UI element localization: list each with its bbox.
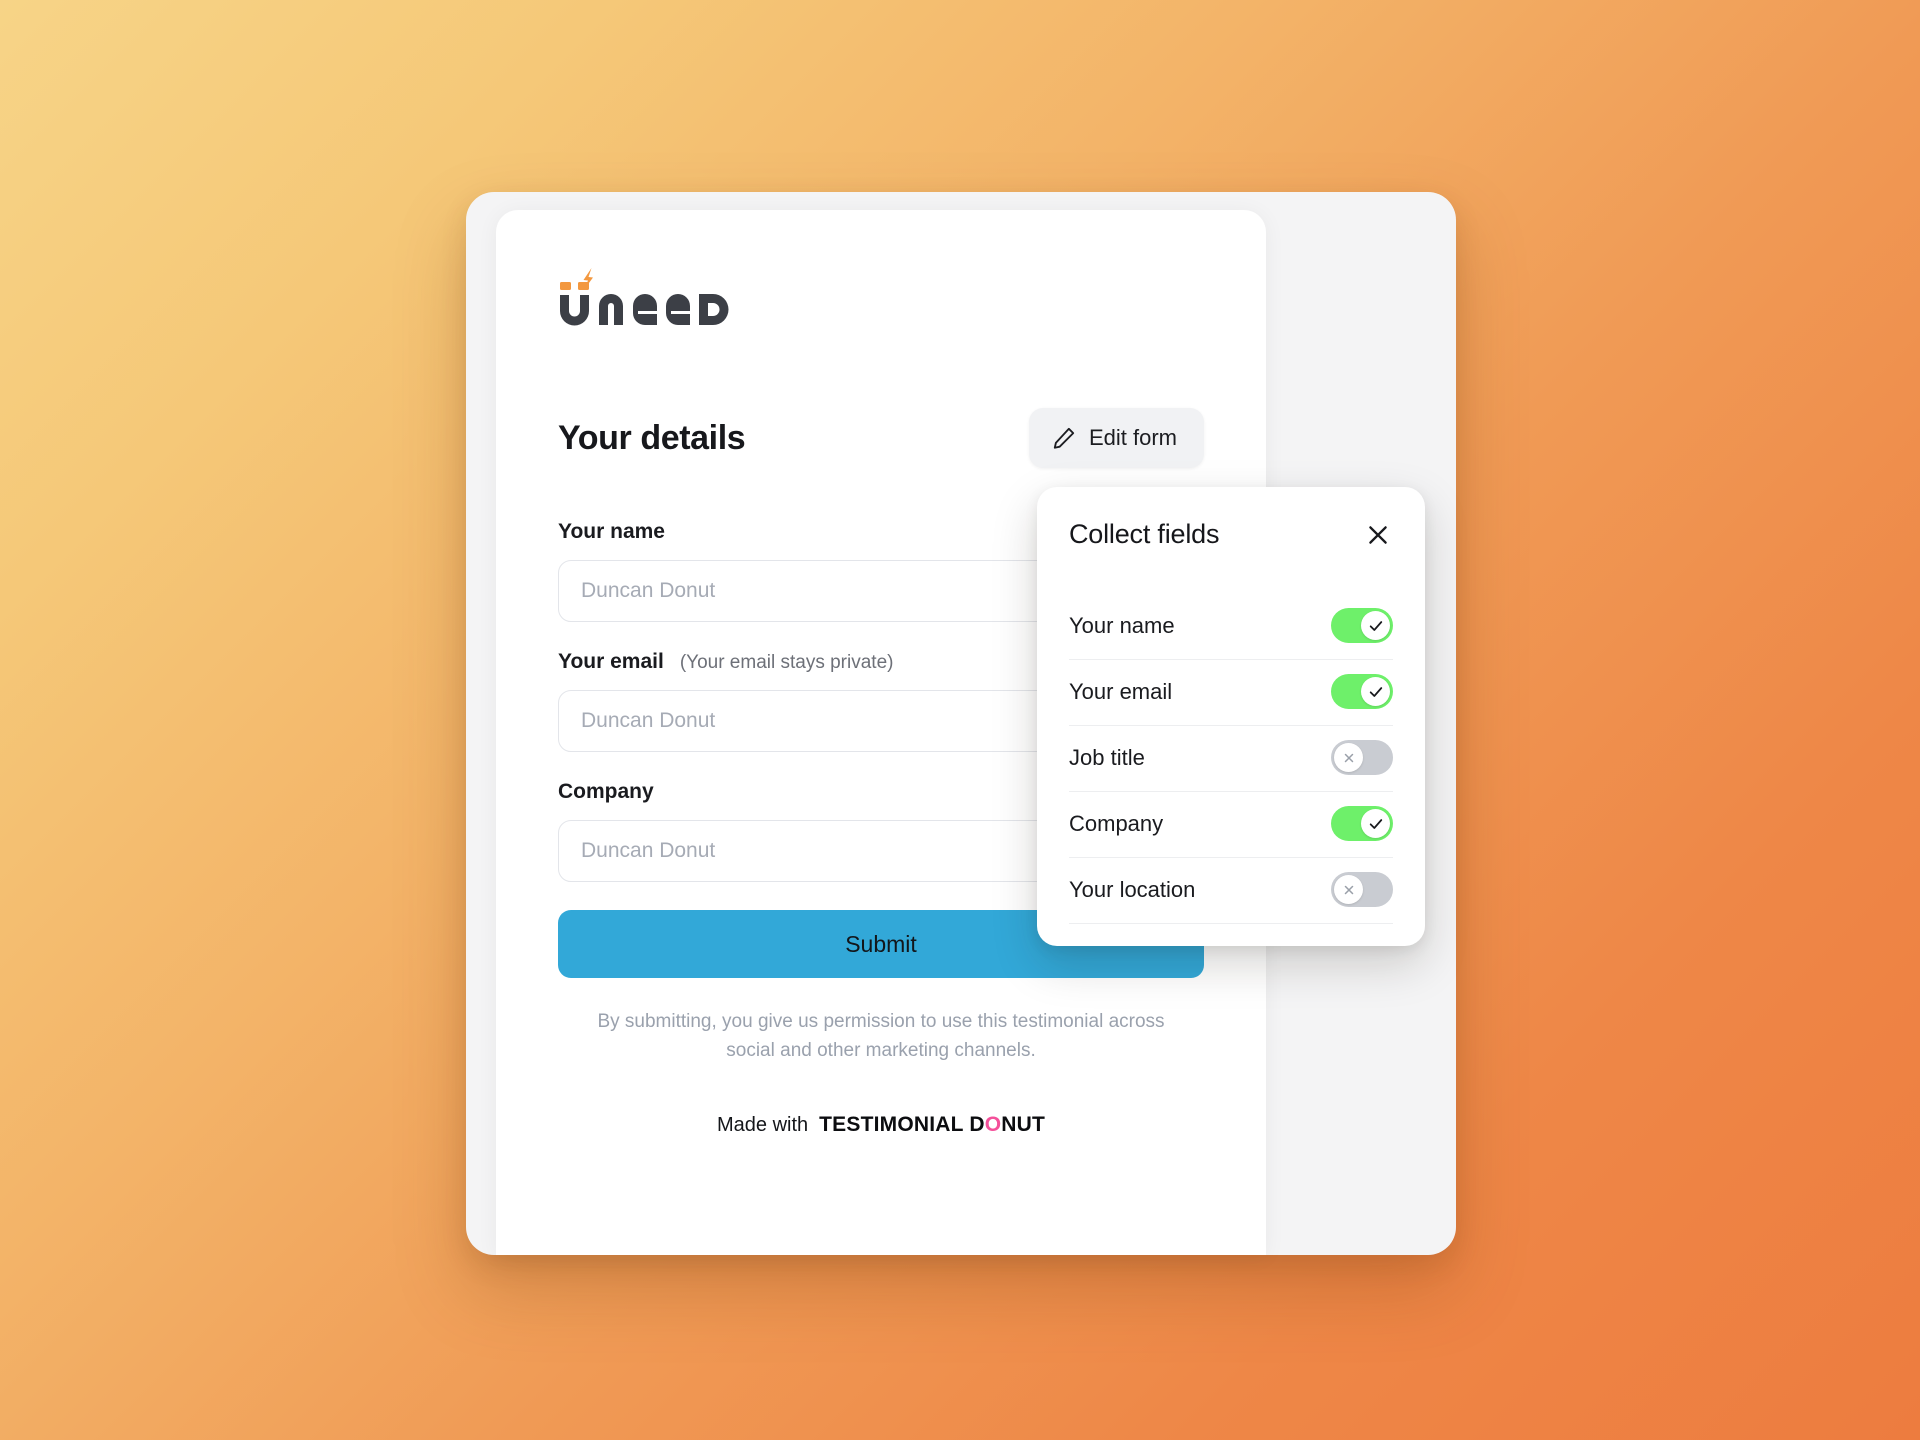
popover-title: Collect fields [1069,519,1220,549]
edit-form-label: Edit form [1088,425,1177,450]
toggle-knob [1361,809,1390,838]
close-icon [1365,525,1391,551]
toggle-label: Job title [1069,744,1145,770]
collect-fields-popover: Collect fields Your name Your email Job … [1037,487,1425,946]
field-label: Your name [558,520,665,543]
toggle-your-location[interactable] [1331,872,1393,907]
field-label: Your email [558,650,664,673]
toggle-row-company: Company [1069,792,1393,858]
submission-disclaimer: By submitting, you give us permission to… [597,1011,1165,1061]
toggle-knob [1361,611,1390,640]
toggle-label: Company [1069,810,1164,836]
close-icon [1344,753,1353,762]
check-icon [1369,686,1382,697]
toggle-row-job-title: Job title [1069,726,1393,792]
testimonial-donut-brand: TESTIMONIAL DONUT [819,1113,1045,1137]
toggle-company[interactable] [1331,806,1393,841]
popover-header: Collect fields [1069,519,1393,550]
brand-highlight-o: O [984,1113,1002,1136]
field-hint: (Your email stays private) [679,652,894,673]
toggle-your-name[interactable] [1331,608,1393,643]
brand-part-2: NUT [1001,1113,1045,1136]
toggle-row-your-location: Your location [1069,858,1393,924]
toggle-job-title[interactable] [1331,740,1393,775]
submit-label: Submit [845,930,917,957]
form-header: Your details Edit form [558,408,1204,468]
toggle-label: Your location [1069,876,1196,902]
check-icon [1369,818,1382,829]
close-popover-button[interactable] [1363,520,1393,550]
field-label: Company [558,780,654,803]
close-icon [1344,885,1353,894]
edit-form-button[interactable]: Edit form [1028,408,1204,468]
brand-part-1: TESTIMONIAL D [819,1113,985,1136]
toggle-your-email[interactable] [1331,674,1393,709]
toggle-row-your-name: Your name [1069,594,1393,660]
toggle-row-your-email: Your email [1069,660,1393,726]
toggle-knob [1334,743,1363,772]
toggle-label: Your email [1069,678,1173,704]
made-with-footer: Made with TESTIMONIAL DONUT [558,1113,1204,1137]
pencil-icon [1051,425,1077,451]
check-icon [1369,620,1382,631]
page-title: Your details [558,418,746,457]
toggle-knob [1334,875,1363,904]
made-with-label: Made with [716,1113,809,1136]
toggle-knob [1361,677,1390,706]
toggle-label: Your name [1069,612,1175,638]
uneed-logo [558,268,768,330]
